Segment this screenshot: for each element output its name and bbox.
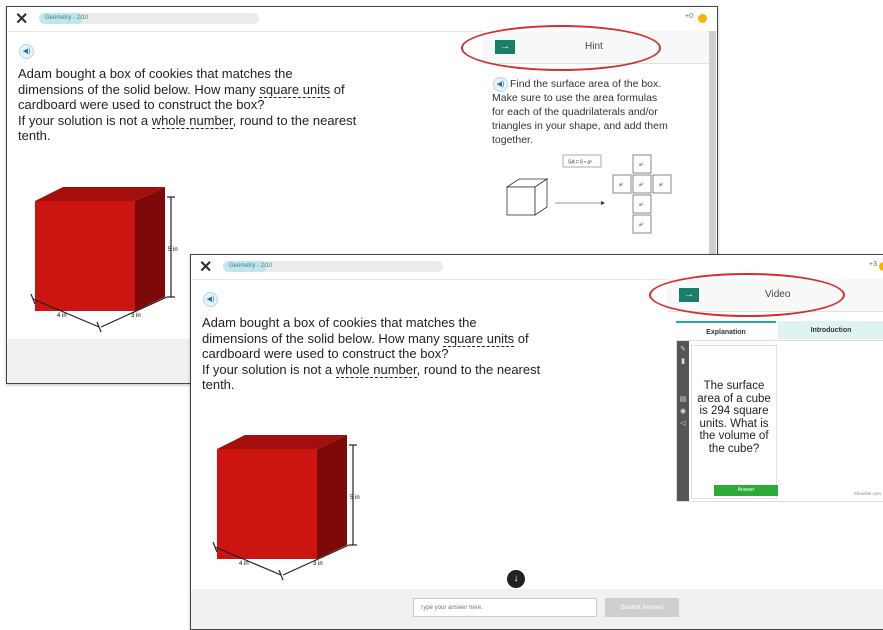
score-counter: +0 — [685, 13, 693, 20]
hint-line: triangles in your shape, and add them — [492, 120, 668, 132]
glossary-term[interactable]: square units — [259, 81, 331, 98]
question-segment: , round to the nearest — [232, 112, 357, 128]
question-line: dimensions of the solid below. How many … — [18, 81, 356, 98]
speaker-icon[interactable]: ◀) — [19, 44, 34, 59]
net-square-label: a² — [639, 222, 644, 227]
question-segment: cardboard were used to construct the box… — [202, 346, 449, 361]
width-label: 4 in — [239, 561, 249, 567]
glossary-term[interactable]: whole number — [335, 361, 417, 378]
net-square-label: a² — [639, 182, 644, 187]
progress-bar: Geometry - 2/10 — [223, 261, 443, 272]
question-segment: cardboard were used to construct the box… — [18, 97, 265, 112]
video-window: ✕ Geometry - 2/10 +3 ◀) Adam bought a bo… — [190, 254, 883, 630]
coin-icon — [698, 14, 707, 23]
progress-label: Geometry - 2/10 — [45, 15, 89, 21]
height-label: 5 in — [168, 247, 178, 253]
tab-explanation[interactable]: Explanation — [676, 321, 776, 341]
down-arrow-icon[interactable]: ↓ — [507, 570, 525, 588]
net-square-label: a² — [639, 162, 644, 167]
question-line: cardboard were used to construct the box… — [18, 97, 356, 113]
card-line: area of a cube — [697, 392, 771, 405]
question-segment: tenth. — [18, 128, 51, 143]
cube-side-face — [135, 187, 165, 311]
video-card-text: The surface area of a cube is 294 square un… — [694, 380, 774, 455]
question-segment: of — [330, 81, 345, 97]
card-line: units. What is — [699, 417, 769, 430]
net-square-label: a² — [639, 202, 644, 207]
cube-net-diagram: SA = 6 • a² a² a² a² a² a² a² — [505, 154, 672, 234]
card-line: the cube? — [708, 442, 760, 455]
hint-text: Find the surface area of the box. Make su… — [492, 77, 668, 147]
submit-answer-button[interactable]: Submit Answer — [605, 598, 679, 617]
video-player[interactable]: ✎ ▮ ▤ ◉ ◁ The surface area of a cube is 29… — [676, 340, 883, 502]
answer-button[interactable]: Answer — [714, 485, 778, 496]
page-icon[interactable]: ▤ — [677, 395, 689, 403]
height-label: 5 in — [350, 495, 360, 501]
net-square-label: a² — [619, 182, 624, 187]
answer-input[interactable] — [413, 598, 597, 617]
width-label: 4 in — [57, 313, 67, 319]
cube-figure: 5 in 4 in 3 in — [212, 435, 360, 581]
sound-icon[interactable]: ◁ — [677, 419, 689, 427]
depth-label: 3 in — [131, 313, 141, 319]
close-icon[interactable]: ✕ — [15, 9, 28, 29]
question-line: cardboard were used to construct the box… — [202, 346, 540, 362]
glossary-term[interactable]: square units — [443, 330, 515, 347]
question-text: Adam bought a box of cookies that matche… — [18, 66, 356, 144]
question-line: If your solution is not a whole number, … — [202, 361, 541, 378]
question-line: tenth. — [202, 377, 540, 393]
question-line: tenth. — [18, 128, 356, 144]
eye-icon[interactable]: ◉ — [677, 407, 689, 415]
question-segment: Adam bought a box of cookies that matche… — [18, 66, 293, 81]
score-counter: +3 — [869, 261, 877, 268]
question-segment: tenth. — [202, 377, 235, 392]
formula-text: SA = 6 • a² — [568, 160, 592, 166]
progress-label: Geometry - 2/10 — [229, 263, 273, 269]
hint-line: Make sure to use the area formulas — [492, 92, 658, 104]
hint-line: Find the surface area of the box. — [510, 78, 662, 90]
video-card: The surface area of a cube is 294 square un… — [691, 345, 778, 499]
depth-label: 3 in — [313, 561, 323, 567]
question-line: dimensions of the solid below. How many … — [202, 330, 540, 347]
question-segment: dimensions of the solid below. How many — [18, 81, 260, 97]
hint-line: together. — [492, 134, 533, 146]
card-line: is 294 square — [699, 405, 769, 417]
question-segment: If your solution is not a — [202, 361, 336, 377]
brand-watermark: ShowMe.com — [853, 491, 881, 496]
coin-icon — [879, 262, 883, 271]
question-segment: of — [514, 330, 529, 346]
speaker-icon[interactable]: ◀) — [203, 292, 218, 307]
question-segment: , round to the nearest — [416, 361, 541, 377]
net-square-label: a² — [659, 182, 664, 187]
question-line: If your solution is not a whole number, … — [18, 112, 357, 129]
question-segment: Adam bought a box of cookies that matche… — [202, 315, 477, 330]
video-toolbar: ✎ ▮ ▤ ◉ ◁ — [677, 341, 689, 501]
glossary-term[interactable]: whole number — [151, 112, 233, 129]
eraser-icon[interactable]: ▮ — [677, 357, 689, 365]
progress-bar: Geometry - 2/10 — [39, 13, 259, 24]
pencil-icon[interactable]: ✎ — [677, 345, 689, 353]
close-icon[interactable]: ✕ — [199, 257, 212, 277]
cube-front-face — [35, 201, 135, 311]
cube-figure: 5 in 4 in 3 in — [30, 187, 178, 333]
hint-line: for each of the quadrilaterals and/or — [492, 106, 658, 118]
question-line: Adam bought a box of cookies that matche… — [202, 315, 540, 331]
question-segment: dimensions of the solid below. How many — [202, 330, 444, 346]
tab-introduction[interactable]: Introduction — [778, 321, 883, 339]
card-line: The surface — [703, 380, 765, 392]
highlight-oval — [461, 25, 661, 71]
highlight-oval — [649, 273, 845, 317]
scrollbar[interactable] — [709, 31, 716, 287]
card-line: the volume of — [699, 430, 769, 442]
question-line: Adam bought a box of cookies that matche… — [18, 66, 356, 82]
question-segment: If your solution is not a — [18, 112, 152, 128]
question-text: Adam bought a box of cookies that matche… — [202, 315, 540, 393]
